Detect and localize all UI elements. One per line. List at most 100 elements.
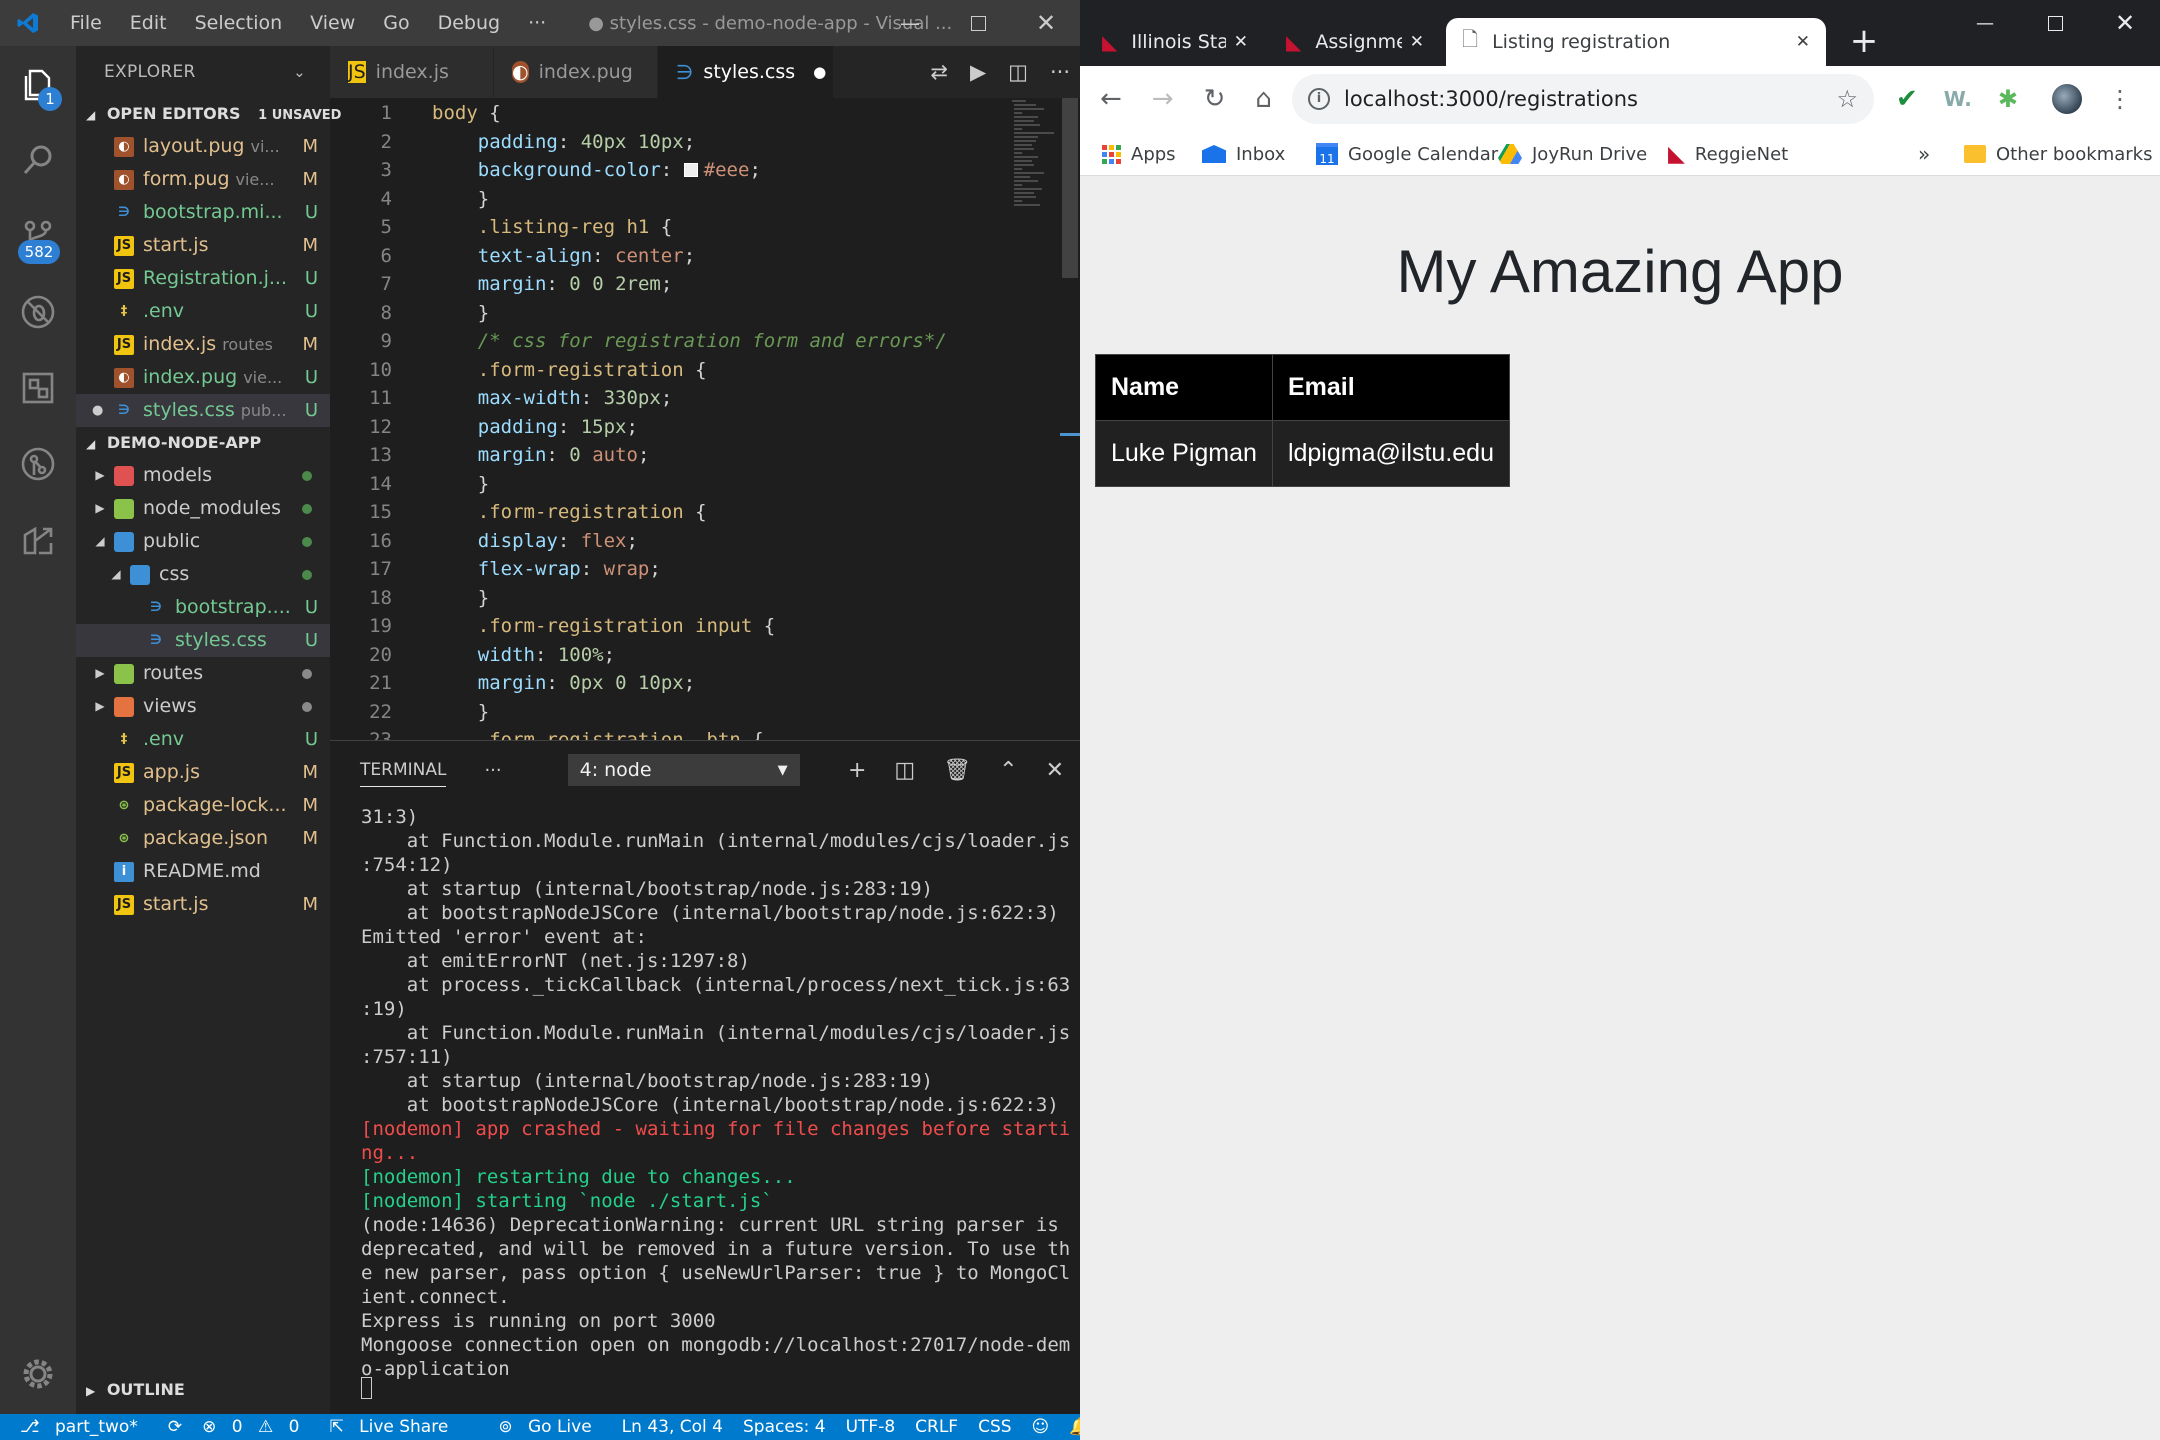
branch-indicator[interactable]: ⎇ part_two* (0, 1414, 158, 1440)
back-icon[interactable]: ← (1100, 84, 1122, 114)
folder-item[interactable]: ◢ css (76, 558, 330, 591)
new-tab-button[interactable]: + (1844, 22, 1884, 62)
code-line[interactable]: } (432, 473, 489, 495)
code-line[interactable]: } (432, 302, 489, 324)
code-line[interactable]: margin: 0px 0 10px; (432, 672, 695, 694)
browser-maximize-button[interactable] (2020, 15, 2090, 31)
w-extension-icon[interactable]: W. (1944, 87, 1972, 111)
editor-tab[interactable]: ∋ styles.css ● (658, 46, 834, 98)
open-editor-item[interactable]: ∋ bootstrap.mi... U (76, 196, 330, 229)
open-editor-item[interactable]: ‡ .env U (76, 295, 330, 328)
folder-item[interactable]: ▶ views (76, 690, 330, 723)
explorer-icon[interactable]: 1 (0, 46, 76, 122)
split-editor-icon[interactable]: ◫ (1008, 60, 1028, 84)
maximize-panel-icon[interactable]: ⌃ (999, 758, 1017, 783)
menu-item[interactable]: ··· (514, 0, 560, 46)
compare-changes-icon[interactable]: ⇄ (930, 60, 948, 84)
code-line[interactable]: .form-registration { (432, 359, 707, 381)
code-line[interactable]: background-color: #eee; (432, 159, 761, 181)
menu-item[interactable]: Go (369, 0, 423, 46)
gitlens-icon[interactable] (0, 426, 76, 502)
menu-item[interactable]: File (56, 0, 116, 46)
browser-minimize-button[interactable]: — (1950, 13, 2020, 34)
menu-item[interactable]: Debug (424, 0, 514, 46)
encoding[interactable]: UTF-8 (836, 1414, 906, 1440)
open-editor-item[interactable]: ● ∋ styles.css pub... U (76, 394, 330, 427)
close-tab-icon[interactable]: ✕ (1410, 32, 1424, 52)
cursor-position[interactable]: Ln 43, Col 4 (612, 1414, 733, 1440)
open-editor-item[interactable]: JS Registration.j... U (76, 262, 330, 295)
open-editor-item[interactable]: ◐ layout.pug vi... M (76, 130, 330, 163)
more-bookmarks-button[interactable]: » (1918, 132, 1930, 176)
close-panel-icon[interactable]: ✕ (1046, 758, 1064, 783)
file-item[interactable]: ‡ .env U (76, 723, 330, 756)
code-line[interactable]: max-width: 330px; (432, 387, 673, 409)
source-control-icon[interactable]: 582 (0, 198, 76, 274)
open-editor-item[interactable]: ◐ form.pug vie... M (76, 163, 330, 196)
code-line[interactable]: .form-registration .btn { (432, 729, 764, 740)
bookmark-apps[interactable]: Apps (1102, 132, 1176, 176)
new-terminal-icon[interactable]: + (848, 758, 866, 783)
more-actions-icon[interactable]: ··· (1050, 60, 1070, 84)
open-editor-item[interactable]: ◐ index.pug vie... U (76, 361, 330, 394)
menu-item[interactable]: View (296, 0, 369, 46)
live-share-icon[interactable] (0, 502, 76, 578)
code-line[interactable]: } (432, 188, 489, 210)
checkmark-extension-icon[interactable]: ✔ (1896, 84, 1918, 114)
puzzle-extension-icon[interactable]: ✱ (1998, 85, 2018, 113)
bookmark-joyrun-drive[interactable]: JoyRun Drive (1498, 132, 1647, 176)
maximize-button[interactable] (944, 15, 1012, 31)
code-editor[interactable]: 1 body {2 padding: 40px 10px; 3 background… (330, 98, 1060, 740)
browser-close-button[interactable]: ✕ (2090, 9, 2160, 37)
chrome-menu-icon[interactable]: ⋮ (2108, 85, 2132, 113)
code-line[interactable]: padding: 40px 10px; (432, 131, 695, 153)
code-line[interactable]: .listing-reg h1 { (432, 216, 672, 238)
profile-avatar[interactable] (2051, 84, 2082, 114)
live-share-button[interactable]: ⇱ Live Share (319, 1414, 468, 1440)
site-info-icon[interactable]: i (1308, 88, 1330, 110)
file-item[interactable]: ∋ styles.css U (76, 624, 330, 657)
editor-tab[interactable]: JS index.js (330, 46, 494, 98)
problems-indicator[interactable]: ⊗ 0 ⚠ 0 (192, 1414, 319, 1440)
folder-item[interactable]: ◢ public (76, 525, 330, 558)
bookmark-inbox[interactable]: Inbox (1202, 132, 1285, 176)
terminal-output[interactable]: 31:3) at Function.Module.runMain (intern… (361, 805, 1081, 1381)
language-mode[interactable]: CSS (968, 1414, 1021, 1440)
minimize-button[interactable]: — (876, 11, 944, 35)
file-item[interactable]: ⊛ package.json M (76, 822, 330, 855)
go-live-button[interactable]: ⊚ Go Live (488, 1414, 611, 1440)
terminal-tab[interactable]: TERMINAL (360, 754, 447, 787)
code-line[interactable]: } (432, 587, 489, 609)
project-header[interactable]: ◢ DEMO-NODE-APP (76, 427, 330, 459)
bookmark-star-icon[interactable]: ☆ (1836, 85, 1858, 113)
extensions-icon[interactable] (0, 350, 76, 426)
reload-icon[interactable]: ↻ (1204, 84, 1226, 114)
menu-item[interactable]: Selection (181, 0, 297, 46)
outline-header[interactable]: ▶ OUTLINE (76, 1374, 330, 1406)
menu-item[interactable]: Edit (116, 0, 181, 46)
folder-item[interactable]: ▶ models (76, 459, 330, 492)
home-icon[interactable]: ⌂ (1255, 84, 1272, 114)
open-editor-item[interactable]: JS index.js routes M (76, 328, 330, 361)
browser-tab[interactable]: 🗋 Listing registration ✕ (1446, 18, 1826, 66)
code-line[interactable]: width: 100%; (432, 644, 615, 666)
settings-gear-icon[interactable] (0, 1336, 76, 1412)
browser-tab[interactable]: ◣ Illinois State Univer ✕ (1086, 18, 1264, 66)
browser-tab[interactable]: ◣ Assignment04_Tut ✕ (1270, 18, 1440, 66)
open-editors-header[interactable]: ◢ OPEN EDITORS 1 UNSAVED (76, 98, 341, 130)
address-bar[interactable]: i localhost:3000/registrations ☆ (1292, 74, 1874, 124)
folder-item[interactable]: ▶ node_modules (76, 492, 330, 525)
file-item[interactable]: ⊛ package-lock... M (76, 789, 330, 822)
code-line[interactable]: margin: 0 0 2rem; (432, 273, 673, 295)
close-tab-icon[interactable]: ✕ (1796, 32, 1810, 52)
chevron-down-icon[interactable]: ⌄ (293, 46, 306, 98)
debug-icon[interactable] (0, 274, 76, 350)
run-icon[interactable]: ▶ (970, 60, 986, 84)
folder-item[interactable]: ▶ routes (76, 657, 330, 690)
open-editor-item[interactable]: JS start.js M (76, 229, 330, 262)
split-terminal-icon[interactable]: ◫ (894, 758, 915, 783)
code-line[interactable]: flex-wrap: wrap; (432, 558, 661, 580)
other-bookmarks[interactable]: Other bookmarks (1964, 132, 2152, 176)
close-window-button[interactable]: ✕ (1012, 9, 1080, 37)
feedback-icon[interactable]: ☺ (1022, 1414, 1060, 1440)
